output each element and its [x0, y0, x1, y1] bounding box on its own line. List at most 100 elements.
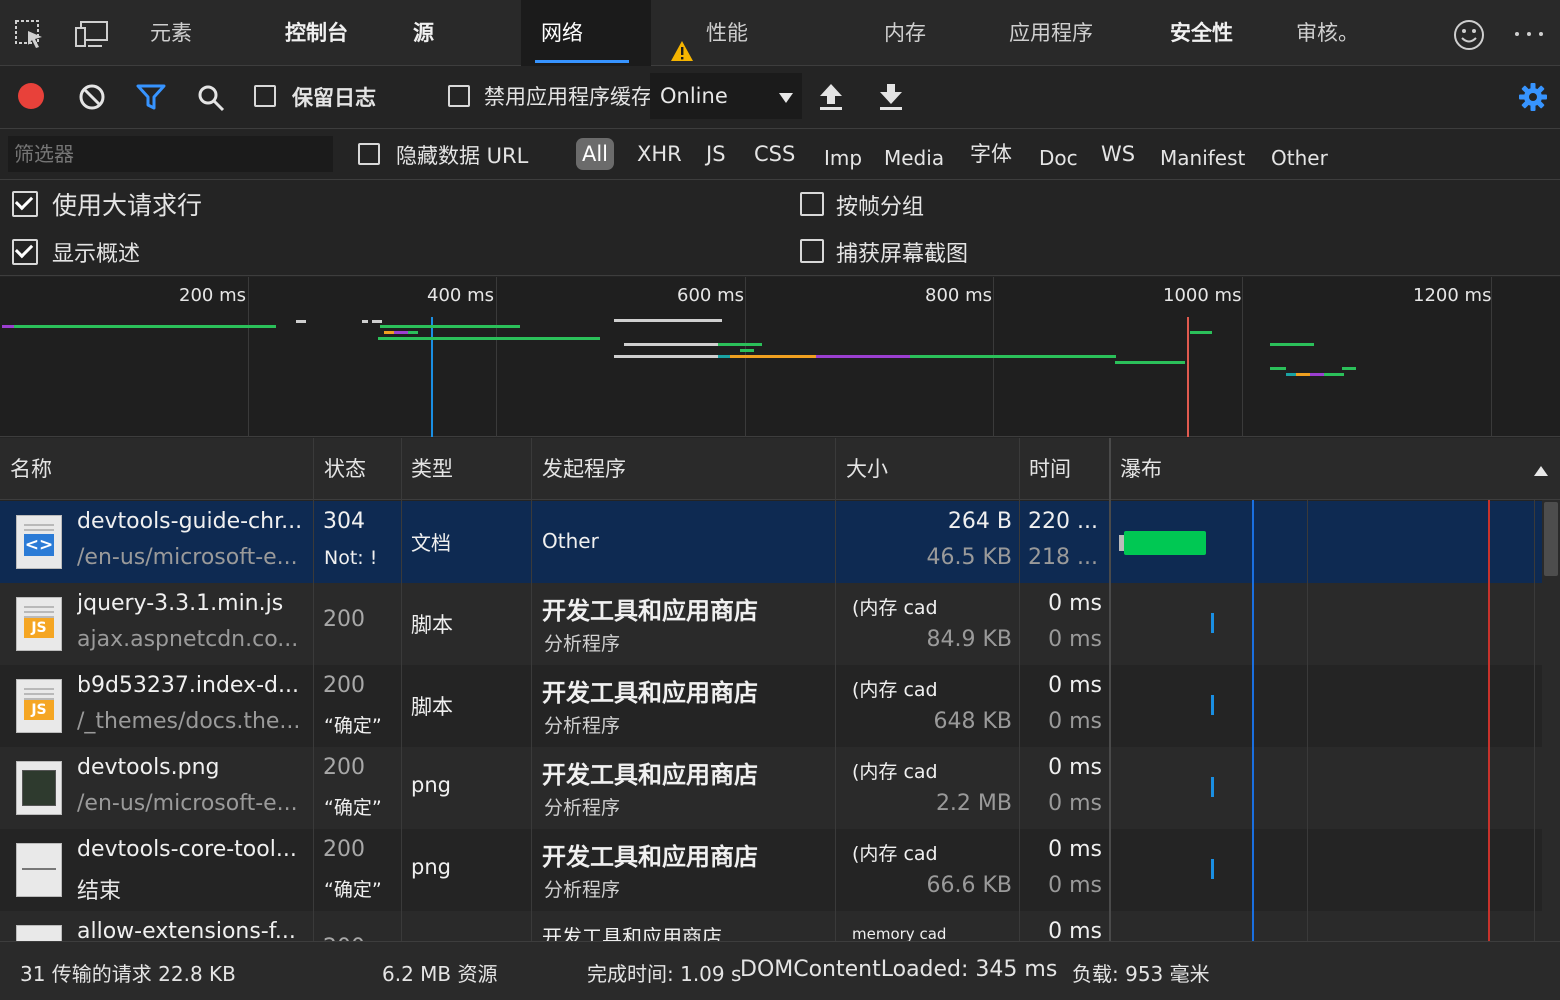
request-name[interactable]: devtools-core-tool... — [77, 837, 307, 862]
request-name[interactable]: devtools.png — [77, 755, 307, 780]
chevron-down-icon — [778, 89, 794, 108]
request-size-sub: 66.6 KB — [926, 873, 1013, 898]
tab-security[interactable]: 安全性 — [1170, 0, 1233, 66]
tab-performance[interactable]: 性能 — [668, 0, 778, 66]
show-overview-checkbox[interactable] — [12, 239, 38, 265]
request-initiator[interactable]: 开发工具和应用商店 — [542, 837, 827, 872]
record-button[interactable] — [18, 83, 44, 109]
html-document-icon: <> — [16, 515, 62, 569]
filter-type-doc[interactable]: Doc — [1039, 142, 1078, 174]
throttling-select[interactable]: Online — [650, 73, 802, 119]
large-rows-checkbox[interactable] — [12, 191, 38, 217]
request-time-sub: 0 ms — [1048, 709, 1102, 734]
disable-cache-checkbox[interactable] — [448, 85, 470, 107]
device-emulation-icon[interactable] — [74, 18, 110, 50]
timeline-tick-label: 1000 ms — [1163, 285, 1242, 306]
preserve-log-checkbox[interactable] — [254, 85, 276, 107]
tab-console[interactable]: 控制台 — [285, 0, 348, 66]
sort-ascending-icon[interactable] — [1533, 462, 1549, 481]
request-bar — [1310, 373, 1324, 376]
table-row[interactable]: JS jquery-3.3.1.min.js ajax.aspnetcdn.co..… — [0, 583, 1542, 665]
filter-type-all[interactable]: All — [576, 138, 614, 170]
tab-memory[interactable]: 内存 — [884, 0, 926, 66]
request-time: 0 ms — [1048, 591, 1102, 616]
request-bar — [394, 331, 408, 334]
request-name[interactable]: b9d53237.index-d... — [77, 673, 307, 698]
request-bar — [1115, 361, 1185, 364]
request-name[interactable]: allow-extensions-f... — [77, 919, 307, 941]
scrollbar-thumb[interactable] — [1544, 502, 1558, 576]
grid-line — [1242, 277, 1243, 437]
throttling-value: Online — [660, 84, 728, 108]
inspect-element-icon[interactable] — [14, 18, 46, 50]
filter-type-css[interactable]: CSS — [754, 138, 795, 170]
table-row[interactable]: allow-extensions-f...200开发工具和应用商店memory … — [0, 911, 1542, 941]
tab-sources[interactable]: 源 — [413, 0, 434, 66]
hide-data-urls-checkbox[interactable] — [358, 143, 380, 165]
request-name[interactable]: jquery-3.3.1.min.js — [77, 591, 307, 616]
column-header-initiator[interactable]: 发起程序 — [542, 438, 626, 500]
request-initiator[interactable]: 开发工具和应用商店 — [542, 921, 827, 941]
request-time-sub: 0 ms — [1048, 791, 1102, 816]
filter-type-ws[interactable]: WS — [1101, 138, 1135, 170]
js-file-icon: JS — [16, 679, 62, 733]
code-brackets: <> — [24, 534, 54, 556]
request-size-sub: 2.2 MB — [935, 791, 1012, 816]
request-status-text: “确定” — [324, 715, 382, 737]
filter-icon[interactable] — [136, 83, 166, 111]
filter-type-js[interactable]: JS — [706, 138, 726, 170]
filter-type-manifest[interactable]: Manifest — [1160, 142, 1245, 174]
table-row[interactable]: devtools-core-tool... 结束 200 “确定” png 开发工具和应用… — [0, 829, 1542, 911]
dom-content-loaded-marker — [431, 317, 433, 437]
network-overview[interactable]: 200 ms 400 ms 600 ms 800 ms 1000 ms 1200… — [0, 277, 1560, 437]
request-initiator[interactable]: 开发工具和应用商店 — [542, 673, 827, 708]
column-header-type[interactable]: 类型 — [411, 438, 453, 500]
request-time: 0 ms — [1048, 673, 1102, 698]
scrollbar[interactable] — [1542, 500, 1560, 941]
tab-elements[interactable]: 元素 — [150, 0, 192, 66]
column-header-size[interactable]: 大小 — [846, 438, 888, 500]
tab-network[interactable]: 网络 — [521, 0, 651, 66]
table-row[interactable]: JS b9d53237.index-d... /_themes/docs.the..… — [0, 665, 1542, 747]
table-row[interactable]: <> devtools-guide-chr... /en-us/microsoft-… — [0, 501, 1542, 583]
request-status: 304 — [323, 509, 365, 534]
request-initiator[interactable]: 开发工具和应用商店 — [542, 591, 827, 626]
filter-type-other[interactable]: Other — [1271, 142, 1328, 174]
table-row[interactable]: devtools.png/en-us/microsoft-e... 200 “确定”… — [0, 747, 1542, 829]
filter-type-media[interactable]: Media — [884, 142, 944, 174]
column-header-name[interactable]: 名称 — [10, 438, 52, 500]
request-size: (内存 cad — [852, 597, 938, 619]
grid-line — [496, 277, 497, 437]
column-header-time[interactable]: 时间 — [1029, 438, 1071, 500]
large-rows-label: 使用大请求行 — [52, 191, 203, 220]
more-options-icon[interactable] — [1512, 26, 1546, 42]
request-bar — [624, 343, 718, 346]
feedback-smiley-icon[interactable] — [1452, 18, 1486, 52]
filter-type-xhr[interactable]: XHR — [637, 138, 682, 170]
filter-input[interactable] — [8, 136, 333, 172]
waterfall-bar — [1211, 859, 1214, 879]
request-bar — [1286, 373, 1296, 376]
hide-data-urls-label: 隐藏数据 URL — [396, 144, 529, 168]
column-header-status[interactable]: 状态 — [324, 438, 366, 500]
request-bar — [816, 355, 910, 358]
search-icon[interactable] — [196, 83, 226, 113]
tab-network-label: 网络 — [541, 21, 583, 45]
tab-application[interactable]: 应用程序 — [1009, 0, 1093, 66]
request-initiator[interactable]: 开发工具和应用商店 — [542, 755, 827, 790]
waterfall-bar — [1211, 695, 1214, 715]
request-name[interactable]: devtools-guide-chr... — [77, 509, 307, 534]
export-har-icon[interactable] — [878, 82, 904, 112]
clear-icon[interactable] — [78, 83, 106, 111]
filter-type-img[interactable]: Imp — [824, 142, 862, 174]
import-har-icon[interactable] — [818, 82, 844, 112]
group-by-frame-checkbox[interactable] — [800, 192, 824, 216]
settings-gear-icon[interactable] — [1518, 82, 1548, 112]
column-header-waterfall[interactable]: 瀑布 — [1120, 438, 1162, 500]
capture-screenshots-checkbox[interactable] — [800, 239, 824, 263]
request-size: (内存 cad — [852, 679, 938, 701]
tab-audits[interactable]: 审核。 — [1296, 0, 1359, 66]
filter-type-font[interactable]: 字体 — [970, 138, 1012, 170]
request-time: 0 ms — [1048, 837, 1102, 862]
disable-cache-label: 禁用应用程序缓存 — [484, 85, 652, 109]
